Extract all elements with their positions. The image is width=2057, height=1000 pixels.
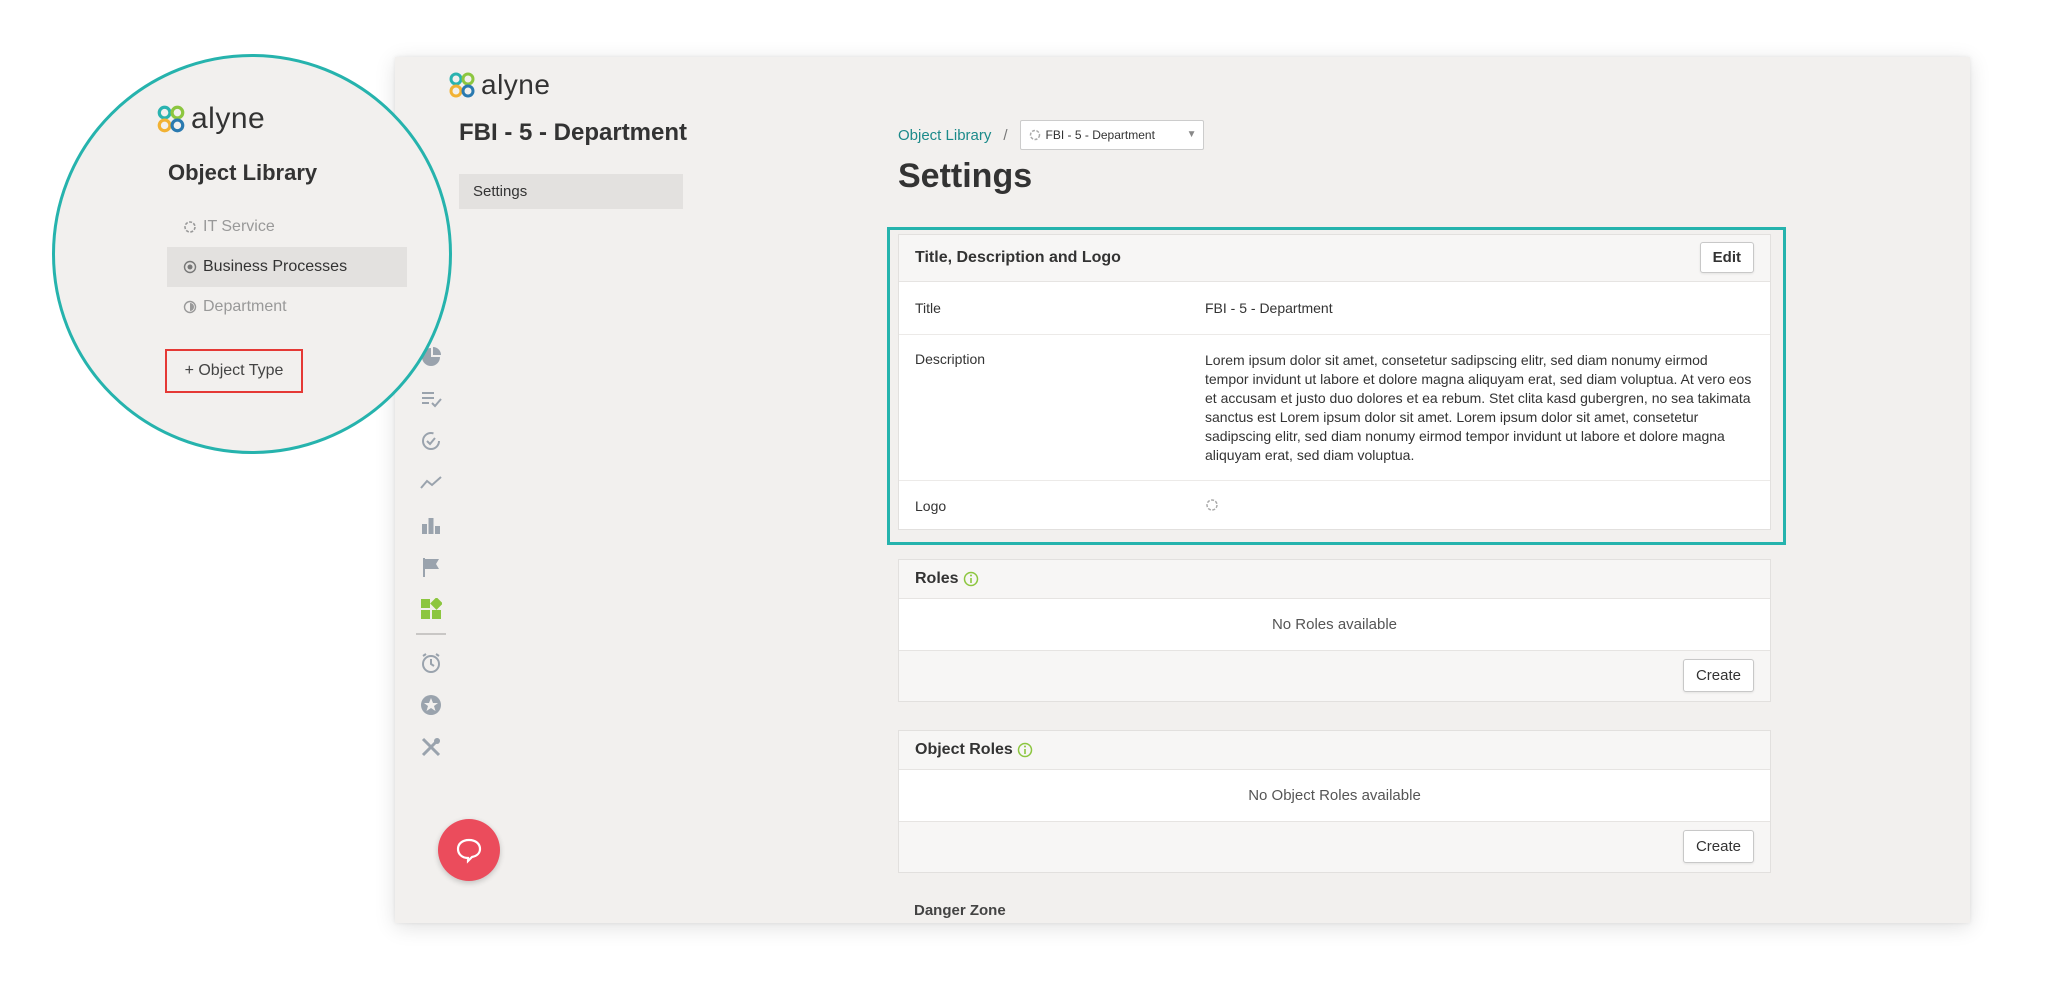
object-roles-title: Object Roles (915, 741, 1013, 758)
rail-divider (416, 633, 446, 635)
add-object-type-button[interactable]: + Object Type (165, 349, 303, 393)
object-type-icon (183, 300, 197, 314)
entity-title: FBI - 5 - Department (459, 119, 688, 146)
chat-bubble-icon (456, 838, 482, 864)
title-label: Title (915, 300, 941, 316)
card-title: Title, Description and Logo (915, 249, 1121, 266)
object-select-dropdown[interactable]: FBI - 5 - Department ▼ (1019, 120, 1204, 150)
alyne-logo-icon (449, 72, 475, 98)
logo-placeholder-icon (1206, 498, 1218, 511)
object-type-icon (183, 260, 197, 274)
roles-create-button[interactable]: Create (1682, 659, 1754, 692)
checklist-icon[interactable] (417, 385, 445, 413)
roles-empty-message: No Roles available (899, 599, 1770, 651)
roles-footer: Create (899, 651, 1770, 701)
object-roles-footer: Create (899, 822, 1770, 872)
trend-line-icon[interactable] (417, 469, 445, 497)
brand-name: alyne (191, 102, 266, 135)
roles-card: Roles No Roles available Create (898, 559, 1771, 702)
object-type-icon (1029, 129, 1040, 141)
object-type-label: Department (203, 298, 287, 315)
tools-icon[interactable] (417, 733, 445, 761)
object-roles-empty-message: No Object Roles available (899, 770, 1770, 822)
object-type-icon (184, 221, 196, 233)
breadcrumb-separator: / (1003, 126, 1008, 144)
side-nav: Settings (459, 174, 683, 209)
roles-header: Roles (899, 560, 1770, 599)
breadcrumb-object-library-link[interactable]: Object Library (898, 127, 991, 144)
page-title: Settings (898, 157, 1033, 195)
zoom-callout: alyne Object Library IT Service Business… (52, 54, 452, 454)
logo-value (1205, 498, 1754, 515)
bar-chart-icon[interactable] (417, 511, 445, 539)
app-logo[interactable]: alyne (447, 69, 550, 101)
object-type-list: IT Service Business Processes Department (167, 207, 407, 327)
edit-button[interactable]: Edit (1699, 242, 1754, 273)
object-roles-card: Object Roles No Object Roles available C… (898, 730, 1771, 873)
object-select-value: FBI - 5 - Department (1045, 128, 1155, 142)
info-icon[interactable] (1017, 742, 1033, 758)
logo-row: Logo (899, 481, 1770, 531)
object-roles-header: Object Roles (899, 731, 1770, 770)
object-type-item-business-processes[interactable]: Business Processes (167, 247, 407, 287)
object-roles-create-button[interactable]: Create (1682, 830, 1754, 863)
description-row: Description Lorem ipsum dolor sit amet, … (899, 335, 1770, 481)
info-icon[interactable] (963, 571, 979, 587)
app-window: alyne FBI - 5 - Department Settings Obje… (395, 57, 1970, 923)
danger-zone-header: Danger Zone (914, 902, 1006, 919)
roles-title: Roles (915, 570, 959, 587)
logo-label: Logo (915, 498, 947, 514)
side-nav-item-settings[interactable]: Settings (459, 174, 683, 209)
object-type-item-it-service[interactable]: IT Service (167, 207, 407, 247)
description-label: Description (915, 351, 986, 367)
icon-rail (413, 343, 449, 775)
object-type-label: IT Service (203, 218, 275, 235)
zoom-logo: alyne (155, 102, 265, 136)
zoom-object-library-title: Object Library (168, 160, 318, 185)
title-row: Title FBI - 5 - Department (899, 282, 1770, 335)
title-value: FBI - 5 - Department (1205, 300, 1333, 316)
description-value: Lorem ipsum dolor sit amet, consetetur s… (1205, 352, 1752, 463)
alyne-logo-icon (157, 105, 185, 133)
breadcrumb: Object Library / FBI - 5 - Department ▼ (898, 120, 1204, 150)
refresh-check-icon[interactable] (417, 427, 445, 455)
card-header: Title, Description and Logo Edit (899, 235, 1770, 282)
chat-button[interactable] (438, 819, 500, 881)
object-library-icon[interactable] (417, 595, 445, 623)
object-type-label: Business Processes (203, 258, 348, 275)
star-badge-icon[interactable] (417, 691, 445, 719)
flag-icon[interactable] (417, 553, 445, 581)
caret-down-icon: ▼ (1186, 129, 1197, 140)
alarm-clock-icon[interactable] (417, 649, 445, 677)
brand-name: alyne (481, 69, 551, 100)
title-description-logo-card: Title, Description and Logo Edit Title F… (898, 234, 1771, 530)
object-type-item-department[interactable]: Department (167, 287, 407, 327)
